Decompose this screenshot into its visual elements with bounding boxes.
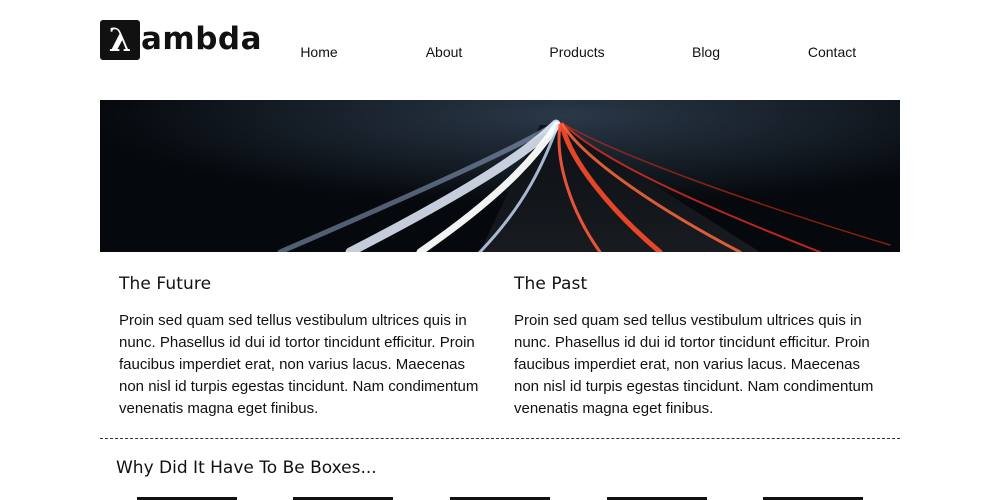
future-body-text: Proin sed quam sed tellus vestibulum ult… bbox=[119, 312, 479, 417]
hero-image bbox=[100, 100, 900, 252]
nav-about-link[interactable]: About bbox=[426, 44, 463, 60]
highway-light-trails-image bbox=[100, 100, 900, 252]
boxes-section-title: Why Did It Have To Be Boxes... bbox=[116, 458, 377, 478]
logo-text: ambda bbox=[141, 21, 263, 57]
logo[interactable]: λ ambda bbox=[100, 20, 262, 60]
nav-products-link[interactable]: Products bbox=[549, 44, 604, 60]
nav-home-link[interactable]: Home bbox=[300, 44, 337, 60]
future-column: The Future Proin sed quam sed tellus ves… bbox=[119, 274, 489, 420]
past-body-text: Proin sed quam sed tellus vestibulum ult… bbox=[514, 312, 874, 417]
lambda-logo-icon: λ bbox=[100, 20, 140, 60]
past-column: The Past Proin sed quam sed tellus vesti… bbox=[514, 274, 884, 420]
future-heading: The Future bbox=[119, 274, 212, 294]
past-heading: The Past bbox=[514, 274, 588, 294]
section-divider bbox=[100, 438, 900, 439]
nav-blog-link[interactable]: Blog bbox=[692, 44, 720, 60]
nav-contact-link[interactable]: Contact bbox=[808, 44, 856, 60]
